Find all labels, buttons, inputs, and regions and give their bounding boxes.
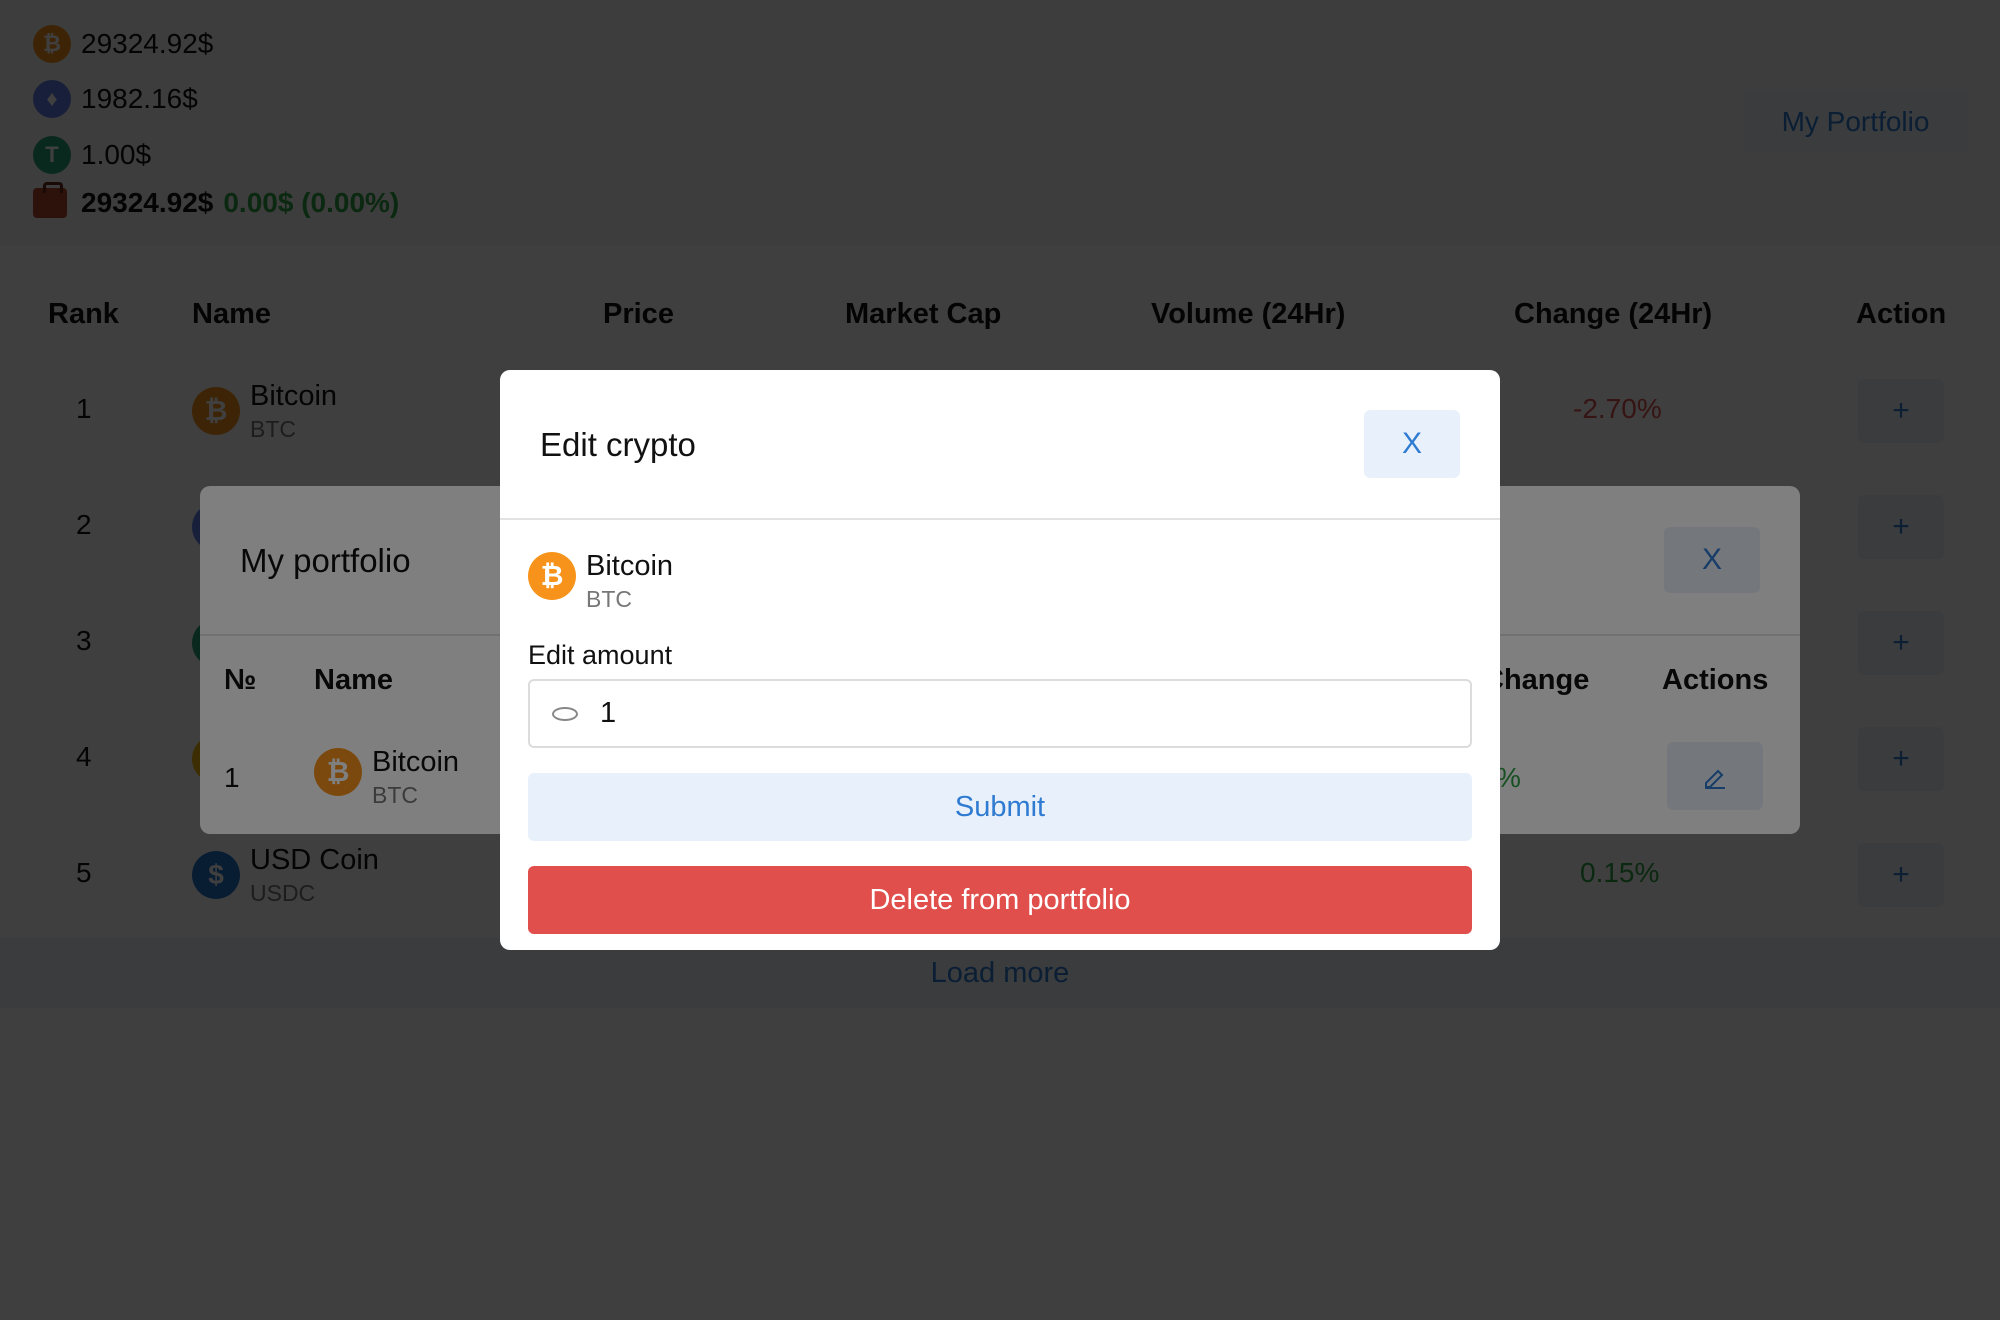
coin-icon (552, 706, 578, 721)
edit-close-button[interactable]: X (1364, 410, 1460, 478)
amount-label: Edit amount (528, 640, 673, 670)
edit-modal-title: Edit crypto (540, 426, 696, 463)
amount-input[interactable] (600, 697, 1460, 730)
edit-coin-symbol: BTC (586, 586, 632, 612)
divider (500, 518, 1500, 520)
delete-from-portfolio-button[interactable]: Delete from portfolio (528, 866, 1472, 934)
edit-crypto-modal: Edit crypto X ₿ Bitcoin BTC Edit amount … (500, 370, 1500, 950)
bitcoin-icon: ₿ (528, 552, 576, 600)
amount-field[interactable] (528, 679, 1472, 748)
edit-coin-name: Bitcoin (586, 550, 674, 582)
submit-button[interactable]: Submit (528, 773, 1472, 841)
close-icon: X (1401, 427, 1422, 460)
